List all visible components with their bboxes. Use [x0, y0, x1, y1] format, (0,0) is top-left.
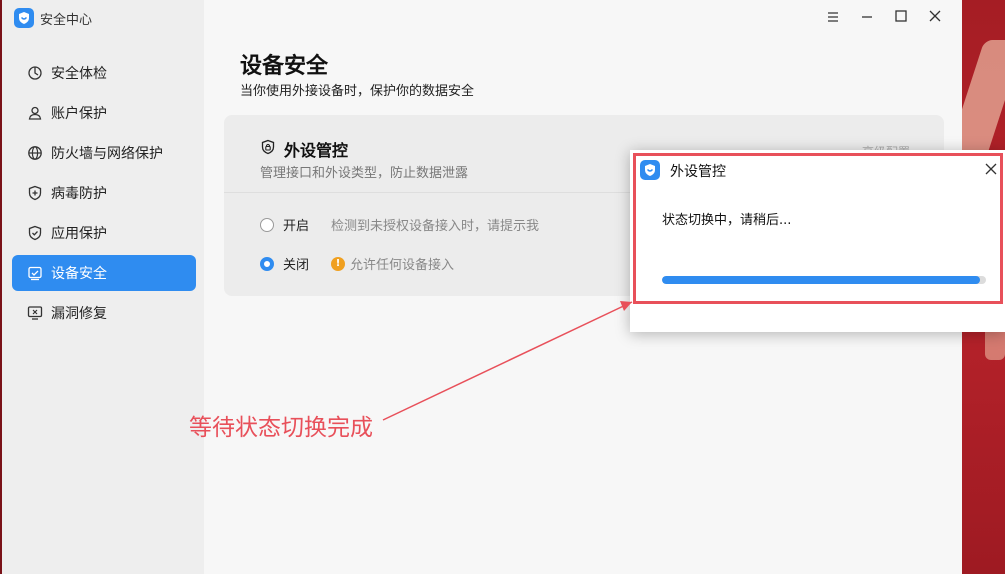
sidebar-item-label: 安全体检 [51, 66, 107, 82]
page-title: 设备安全 [240, 54, 329, 79]
sidebar-item-virus-protection[interactable]: 病毒防护 [12, 175, 196, 211]
app-logo-icon [14, 8, 34, 28]
user-icon [26, 104, 44, 122]
sidebar-item-label: 设备安全 [51, 266, 107, 282]
sidebar-item-device-security[interactable]: 设备安全 [12, 255, 196, 291]
device-icon [26, 264, 44, 282]
option-label: 开启 [283, 219, 310, 234]
option-label: 关闭 [283, 258, 310, 273]
option-description: 检测到未授权设备接入时，请提示我 [331, 215, 539, 234]
sidebar-item-app-protection[interactable]: 应用保护 [12, 215, 196, 251]
card-header: 外设管控 [260, 137, 348, 161]
radio-enable[interactable] [260, 217, 274, 232]
sidebar-item-label: 漏洞修复 [51, 306, 107, 322]
hamburger-icon [826, 8, 840, 27]
minimize-icon [860, 8, 874, 27]
warning-icon: ! [331, 256, 345, 271]
minimize-button[interactable] [850, 6, 884, 28]
app-title: 安全中心 [40, 12, 93, 28]
refresh-circle-icon [26, 64, 44, 82]
card-title: 外设管控 [284, 141, 349, 160]
sidebar: 安全中心 安全体检 账户保护 防火墙与网络保护 病毒防护 应用保护 设备安全 漏… [2, 0, 204, 574]
card-description: 管理接口和外设类型，防止数据泄露 [260, 166, 469, 181]
option-description-text: 检测到未授权设备接入时，请提示我 [331, 219, 540, 234]
sidebar-item-label: 账户保护 [51, 106, 107, 122]
monitor-bug-icon [26, 304, 44, 322]
lock-shield-icon [260, 139, 276, 159]
option-description-text: 允许任何设备接入 [350, 258, 455, 273]
menu-button[interactable] [816, 6, 850, 28]
app-header: 安全中心 [14, 8, 92, 28]
highlight-box [633, 153, 1003, 304]
sidebar-item-vulnerability-fix[interactable]: 漏洞修复 [12, 295, 196, 331]
shield-plus-icon [26, 184, 44, 202]
close-button[interactable] [918, 6, 952, 28]
sidebar-nav: 安全体检 账户保护 防火墙与网络保护 病毒防护 应用保护 设备安全 漏洞修复 [12, 55, 196, 335]
sidebar-item-health-check[interactable]: 安全体检 [12, 55, 196, 91]
sidebar-item-firewall[interactable]: 防火墙与网络保护 [12, 135, 196, 171]
maximize-icon [894, 8, 908, 27]
sidebar-item-label: 防火墙与网络保护 [51, 146, 163, 162]
option-description: ! 允许任何设备接入 [331, 254, 454, 273]
option-disable[interactable]: 关闭 ! 允许任何设备接入 [260, 254, 454, 273]
page-subtitle: 当你使用外接设备时，保护你的数据安全 [240, 84, 475, 99]
sidebar-item-account-protection[interactable]: 账户保护 [12, 95, 196, 131]
radio-disable[interactable] [260, 256, 274, 271]
annotation-label: 等待状态切换完成 [189, 415, 373, 441]
shield-check-icon [26, 224, 44, 242]
globe-icon [26, 144, 44, 162]
maximize-button[interactable] [884, 6, 918, 28]
sidebar-item-label: 应用保护 [51, 226, 107, 242]
window-controls [816, 6, 952, 28]
close-icon [928, 8, 942, 27]
sidebar-item-label: 病毒防护 [51, 186, 107, 202]
option-enable[interactable]: 开启 检测到未授权设备接入时，请提示我 [260, 215, 539, 234]
